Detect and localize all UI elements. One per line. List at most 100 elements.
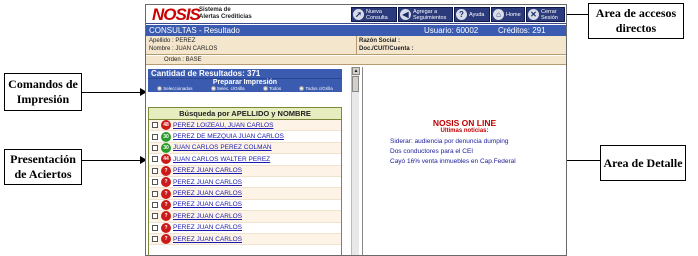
help-icon: ? <box>456 9 467 20</box>
home-button[interactable]: ⌂ Home <box>491 7 525 22</box>
radio-icon <box>263 86 269 92</box>
row-checkbox[interactable] <box>152 144 158 151</box>
score-badge-icon: 30 <box>161 131 171 142</box>
results-scrollbar[interactable]: ▲ <box>351 67 360 255</box>
arrow-impresion <box>82 92 142 93</box>
result-name-link[interactable]: PEREZ JUAN CARLOS <box>173 236 242 243</box>
score-badge-icon: 44 <box>161 154 171 165</box>
option-label: Todos <box>269 86 282 91</box>
score-badge-icon: 30 <box>161 142 171 153</box>
orden-value: Orden : BASE <box>164 57 202 63</box>
list-item[interactable]: ? PEREZ JUAN CARLOS <box>149 233 341 246</box>
ultimas-noticias-label: Ultimas noticias: <box>440 128 489 134</box>
agregar-seguimientos-button[interactable]: ◀ Agregar a Seguimientos <box>398 7 453 22</box>
result-name-link[interactable]: PEREZ JUAN CARLOS <box>173 190 242 197</box>
row-checkbox[interactable] <box>152 201 158 208</box>
list-item[interactable]: ? PEREZ JUAN CARLOS <box>149 199 341 212</box>
row-checkbox[interactable] <box>152 190 158 197</box>
row-checkbox[interactable] <box>152 179 158 186</box>
result-name-link[interactable]: JUAN CARLOS WALTER PEREZ <box>173 156 270 163</box>
result-name-link[interactable]: PEREZ JUAN CARLOS <box>173 201 242 208</box>
nosis-logo[interactable]: NOSIS <box>152 6 201 23</box>
nueva-consulta-label: Nueva Consulta <box>366 8 388 21</box>
result-name-link[interactable]: JUAN CARLOS PEREZ COLMAN <box>173 144 272 151</box>
preparar-impresion-label: Preparar Impresión <box>212 79 278 86</box>
callout-accesos-text: Area de accesos directos <box>595 6 677 35</box>
callout-aciertos-text: Presentación de Aciertos <box>10 152 76 181</box>
result-name-link[interactable]: PEREZ JUAN CARLOS <box>173 224 242 231</box>
row-checkbox[interactable] <box>152 156 158 163</box>
news-item[interactable]: Dos conductores para el CEI <box>390 148 473 155</box>
row-checkbox[interactable] <box>152 122 158 129</box>
home-icon: ⌂ <box>493 9 504 20</box>
news-item[interactable]: Cayó 16% venta inmuebles en Cap.Federal <box>390 158 516 165</box>
top-bar: NOSIS Sistema de Alertas Crediticias ➚ N… <box>146 5 566 24</box>
detail-panel: NOSIS ON LINE Ultimas noticias: Siderar:… <box>363 67 566 255</box>
list-item[interactable]: ? PEREZ JUAN CARLOS <box>149 211 341 223</box>
result-name-link[interactable]: PEREZ DE MEZQUIA JUAN CARLOS <box>173 133 284 140</box>
home-label: Home <box>506 11 521 18</box>
row-checkbox[interactable] <box>152 213 158 220</box>
results-rows: 48 PEREZ LOIZEAU, JUAN CARLOS 30 PEREZ DE M… <box>149 120 341 246</box>
result-count: Cantidad de Resultados: 371 <box>148 69 342 79</box>
score-badge-icon: ? <box>161 188 171 199</box>
back-arrow-icon: ◀ <box>400 9 411 20</box>
results-list: Búsqueda por APELLIDO y NOMBRE 48 PEREZ L… <box>148 107 342 255</box>
callout-accesos-directos: Area de accesos directos <box>588 3 684 39</box>
list-item[interactable]: 48 PEREZ LOIZEAU, JUAN CARLOS <box>149 120 341 132</box>
razon-social-value: Razón Social : <box>359 38 401 44</box>
callout-impresion-text: Comandos de Impresión <box>8 77 78 106</box>
results-panel: Cantidad de Resultados: 371 Preparar Imp… <box>146 67 362 255</box>
scroll-up-icon[interactable]: ▲ <box>352 67 360 75</box>
nueva-consulta-button[interactable]: ➚ Nueva Consulta <box>351 7 397 22</box>
status-bar: CONSULTAS - Resultado Usuario: 60002 Cré… <box>146 25 566 36</box>
row-checkbox[interactable] <box>152 224 158 231</box>
list-item[interactable]: ? PEREZ JUAN CARLOS <box>149 177 341 189</box>
scroll-thumb[interactable] <box>352 76 359 92</box>
cerrar-sesion-button[interactable]: ✕ Cerrar Sesión <box>526 7 565 22</box>
search-params: Apellido : PEREZ Nombre : JUAN CARLOS Ra… <box>146 36 566 55</box>
print-option-todos-grilla[interactable]: Todos c/Grilla <box>299 86 333 92</box>
row-checkbox[interactable] <box>152 167 158 174</box>
result-name-link[interactable]: PEREZ JUAN CARLOS <box>173 167 242 174</box>
nombre-value: Nombre : JUAN CARLOS <box>149 46 218 52</box>
arrow-accesos <box>566 14 588 15</box>
option-label: Selec. c/Grilla <box>216 86 245 91</box>
ayuda-button[interactable]: ? Ayuda <box>454 7 490 22</box>
usuario-label: Usuario: 60002 <box>424 26 479 35</box>
list-item[interactable]: ? PEREZ JUAN CARLOS <box>149 188 341 200</box>
ayuda-label: Ayuda <box>469 11 485 18</box>
section-title: CONSULTAS - Resultado <box>149 26 240 35</box>
callout-area-detalle: Area de Detalle <box>600 145 686 181</box>
logo-subtitle-line1: Sistema de <box>199 7 231 13</box>
row-checkbox[interactable] <box>152 236 158 243</box>
print-option-todos[interactable]: Todos <box>263 86 281 92</box>
agregar-label: Agregar a Seguimientos <box>413 8 447 21</box>
result-name-link[interactable]: PEREZ JUAN CARLOS <box>173 179 242 186</box>
list-item[interactable]: 30 PEREZ DE MEZQUIA JUAN CARLOS <box>149 131 341 143</box>
radio-icon <box>210 86 216 92</box>
nosis-online-title: NOSIS ON LINE <box>432 118 497 128</box>
logo-subtitle: Sistema de Alertas Crediticias <box>199 7 252 21</box>
print-option-seleccionados[interactable]: Seleccionados <box>157 86 192 92</box>
results-title: Búsqueda por APELLIDO y NOMBRE <box>149 108 341 120</box>
logo-subtitle-line2: Alertas Crediticias <box>199 14 252 20</box>
callout-presentacion-aciertos: Presentación de Aciertos <box>4 149 82 185</box>
result-name-link[interactable]: PEREZ LOIZEAU, JUAN CARLOS <box>173 122 273 129</box>
row-checkbox[interactable] <box>152 133 158 140</box>
list-item[interactable]: ? PEREZ JUAN CARLOS <box>149 165 341 177</box>
score-badge-icon: 48 <box>161 120 171 131</box>
score-badge-icon: ? <box>161 177 171 188</box>
score-badge-icon: ? <box>161 199 171 210</box>
news-item[interactable]: Siderar: audiencia por denuncia dumping <box>390 138 509 145</box>
list-item[interactable]: ? PEREZ JUAN CARLOS <box>149 222 341 234</box>
print-option-selec-grilla[interactable]: Selec. c/Grilla <box>210 86 245 92</box>
doc-cuit-value: Doc./CUIT/Cuenta : <box>359 46 414 52</box>
list-item[interactable]: 30 JUAN CARLOS PEREZ COLMAN <box>149 142 341 155</box>
callout-comandos-impresion: Comandos de Impresión <box>4 73 82 111</box>
list-item[interactable]: 44 JUAN CARLOS WALTER PEREZ <box>149 154 341 166</box>
result-name-link[interactable]: PEREZ JUAN CARLOS <box>173 213 242 220</box>
score-badge-icon: ? <box>161 211 171 222</box>
close-icon: ✕ <box>528 9 539 20</box>
orden-row: Orden : BASE <box>146 56 566 65</box>
